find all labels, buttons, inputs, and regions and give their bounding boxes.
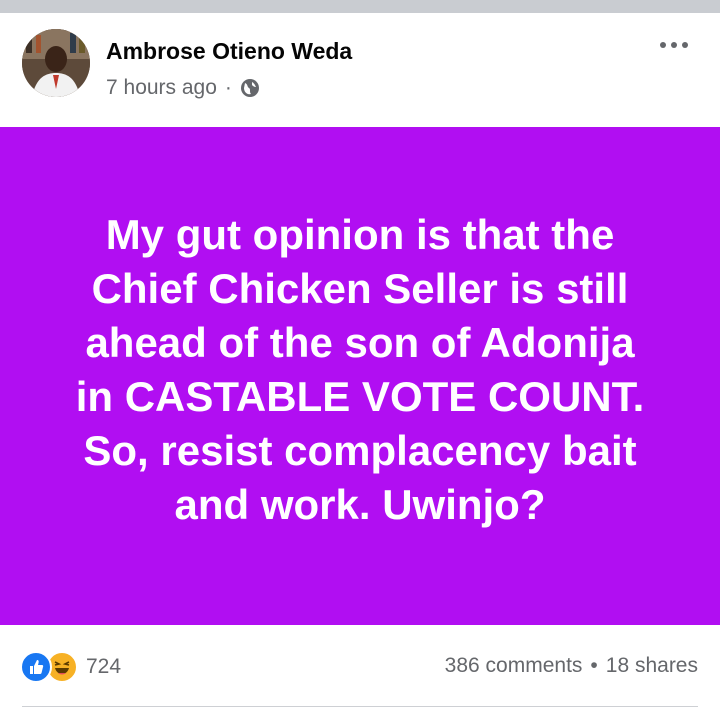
post-background[interactable]: My gut opinion is that the Chief Chicken… [0, 127, 720, 625]
author-name[interactable]: Ambrose Otieno Weda [106, 38, 352, 65]
footer-divider [22, 706, 698, 707]
post-text-line: Chief Chicken Seller is still [91, 265, 629, 312]
top-bar [0, 0, 720, 13]
stats-dot: • [590, 654, 598, 677]
reactions-summary[interactable]: 724 [20, 651, 121, 683]
engagement-stats: 386 comments • 18 shares [445, 654, 698, 678]
like-icon [20, 651, 52, 683]
post-text-line: So, resist complacency bait [83, 427, 637, 474]
meta-separator: · [224, 76, 232, 99]
post-text-line: ahead of the son of Adonija [85, 319, 635, 366]
globe-icon [240, 78, 260, 98]
comments-link[interactable]: 386 comments [445, 654, 583, 678]
reaction-count: 724 [86, 655, 122, 678]
post-text-line: and work. Uwinjo? [174, 481, 546, 528]
post-header [0, 13, 720, 127]
post-time[interactable]: 7 hours ago [106, 76, 217, 100]
author-avatar[interactable] [22, 29, 90, 97]
post-meta: 7 hours ago · [106, 76, 260, 100]
post-text: My gut opinion is that the Chief Chicken… [15, 208, 705, 532]
shares-link[interactable]: 18 shares [606, 654, 698, 678]
post-text-line: in CASTABLE VOTE COUNT. [75, 373, 645, 420]
post-text-line: My gut opinion is that the [105, 211, 615, 258]
more-options-icon[interactable] [660, 42, 688, 48]
